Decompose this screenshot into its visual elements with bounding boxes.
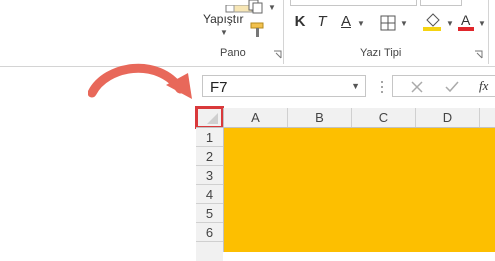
clipboard-dialog-launcher-icon[interactable]	[273, 50, 282, 59]
borders-icon[interactable]	[380, 15, 396, 31]
formula-bar-grip-icon[interactable]	[380, 80, 384, 94]
row-header-1[interactable]: 1	[196, 128, 223, 147]
column-header-b[interactable]: B	[288, 108, 352, 128]
insert-function-icon[interactable]: fx	[479, 78, 488, 94]
column-header-d[interactable]: D	[416, 108, 480, 128]
name-box[interactable]: F7 ▼	[202, 75, 366, 97]
pointer-arrow-icon	[87, 55, 198, 110]
cancel-icon[interactable]	[411, 80, 423, 93]
font-color-dropdown-arrow[interactable]: ▼	[478, 19, 486, 28]
name-box-value: F7	[210, 79, 228, 96]
font-dialog-launcher-icon[interactable]	[474, 50, 483, 59]
row-header-6[interactable]: 6	[196, 223, 223, 242]
row-header-3[interactable]: 3	[196, 166, 223, 185]
fill-color-dropdown-arrow[interactable]: ▼	[446, 19, 454, 28]
copy-icon[interactable]	[248, 0, 266, 14]
borders-dropdown-arrow[interactable]: ▼	[400, 19, 408, 28]
enter-check-icon[interactable]	[445, 80, 459, 93]
bold-button[interactable]: K	[292, 13, 308, 31]
formula-bar-buttons: fx	[392, 75, 495, 97]
column-header-c[interactable]: C	[352, 108, 416, 128]
paste-button[interactable]: Yapıştır	[203, 10, 243, 28]
row-header-2[interactable]: 2	[196, 147, 223, 166]
italic-button[interactable]: T	[314, 13, 330, 31]
column-header-e[interactable]	[480, 108, 495, 128]
font-group-label: Yazı Tipi	[360, 47, 402, 59]
underline-dropdown-arrow[interactable]: ▼	[357, 19, 365, 28]
fill-color-icon[interactable]	[423, 12, 443, 32]
copy-dropdown-arrow[interactable]: ▼	[268, 3, 276, 12]
clipboard-group-label: Pano	[220, 47, 246, 59]
group-separator	[283, 0, 284, 64]
font-size-box[interactable]	[420, 0, 462, 6]
group-separator-right	[488, 0, 489, 64]
selected-cells-fill[interactable]	[224, 128, 495, 252]
paste-label: Yapıştır	[203, 12, 244, 26]
column-header-a[interactable]: A	[224, 108, 288, 128]
font-color-icon[interactable]: A	[457, 12, 477, 32]
format-painter-icon[interactable]	[249, 22, 267, 38]
row-header-5[interactable]: 5	[196, 204, 223, 223]
select-all-highlight	[195, 106, 224, 129]
svg-text:A: A	[461, 12, 471, 28]
name-box-dropdown-arrow[interactable]: ▼	[351, 81, 360, 91]
paste-dropdown-arrow[interactable]: ▼	[220, 28, 228, 37]
row-header-4[interactable]: 4	[196, 185, 223, 204]
ribbon: Yapıştır ▼ ▼ Pano K T A ▼ ▼ ▼ A ▼ Yazı T…	[0, 0, 495, 67]
underline-button[interactable]: A	[338, 13, 354, 31]
font-name-box[interactable]	[290, 0, 417, 6]
